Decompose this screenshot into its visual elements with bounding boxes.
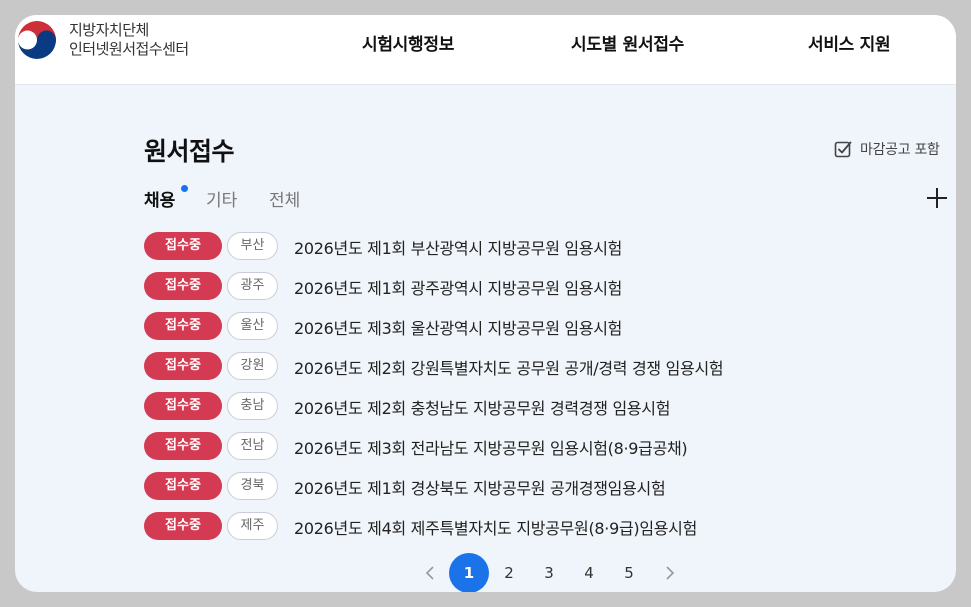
exam-title-link[interactable]: 2026년도 제3회 전라남도 지방공무원 임용시험(8·9급공채) [294,435,688,459]
logo-line-2: 인터넷원서접수센터 [69,40,189,58]
status-badge: 접수중 [144,312,222,340]
status-badge: 접수중 [144,472,222,500]
region-badge: 광주 [227,272,278,300]
region-badge: 강원 [227,352,278,380]
tab-recruitment[interactable]: 채용 [144,186,175,211]
exam-title-link[interactable]: 2026년도 제1회 경상북도 지방공무원 공개경쟁임용시험 [294,475,666,499]
list-item[interactable]: 접수중 충남 2026년도 제2회 충청남도 지방공무원 경력경쟁 임용시험 [144,392,944,420]
exam-title-link[interactable]: 2026년도 제1회 부산광역시 지방공무원 임용시험 [294,235,622,259]
status-badge: 접수중 [144,432,222,460]
app-window: 지방자치단체 인터넷원서접수센터 시험시행정보 시도별 원서접수 서비스 지원 … [15,15,956,592]
list-item[interactable]: 접수중 제주 2026년도 제4회 제주특별자치도 지방공무원(8·9급)임용시… [144,512,944,540]
status-badge: 접수중 [144,232,222,260]
status-badge: 접수중 [144,272,222,300]
exam-title-link[interactable]: 2026년도 제2회 충청남도 지방공무원 경력경쟁 임용시험 [294,395,670,419]
page-4-button[interactable]: 4 [569,553,609,592]
checkbox-checked-icon [834,141,852,158]
region-badge: 전남 [227,432,278,460]
tab-other[interactable]: 기타 [206,186,237,211]
site-header: 지방자치단체 인터넷원서접수센터 시험시행정보 시도별 원서접수 서비스 지원 [15,15,956,85]
list-item[interactable]: 접수중 광주 2026년도 제1회 광주광역시 지방공무원 임용시험 [144,272,944,300]
tab-all[interactable]: 전체 [269,186,300,211]
exam-title-link[interactable]: 2026년도 제3회 울산광역시 지방공무원 임용시험 [294,315,622,339]
list-item[interactable]: 접수중 경북 2026년도 제1회 경상북도 지방공무원 공개경쟁임용시험 [144,472,944,500]
region-badge: 제주 [227,512,278,540]
nav-service-support[interactable]: 서비스 지원 [808,30,891,55]
region-badge: 울산 [227,312,278,340]
status-badge: 접수중 [144,392,222,420]
page-5-button[interactable]: 5 [609,553,649,592]
region-badge: 충남 [227,392,278,420]
site-logo-text[interactable]: 지방자치단체 인터넷원서접수센터 [69,21,189,59]
chevron-left-icon[interactable] [420,563,440,583]
status-badge: 접수중 [144,512,222,540]
region-badge: 부산 [227,232,278,260]
logo-line-1: 지방자치단체 [69,21,149,39]
new-indicator-dot [181,185,188,192]
nav-exam-info[interactable]: 시험시행정보 [362,30,454,55]
exam-title-link[interactable]: 2026년도 제1회 광주광역시 지방공무원 임용시험 [294,275,622,299]
region-badge: 경북 [227,472,278,500]
exam-title-link[interactable]: 2026년도 제2회 강원특별자치도 공무원 공개/경력 경쟁 임용시험 [294,355,724,379]
exam-title-link[interactable]: 2026년도 제4회 제주특별자치도 지방공무원(8·9급)임용시험 [294,515,697,539]
include-closed-label: 마감공고 포함 [860,142,940,158]
page-title: 원서접수 [144,137,235,166]
page-2-button[interactable]: 2 [489,553,529,592]
chevron-right-icon[interactable] [660,563,680,583]
list-item[interactable]: 접수중 울산 2026년도 제3회 울산광역시 지방공무원 임용시험 [144,312,944,340]
pagination: 1 2 3 4 5 [415,553,695,592]
plus-icon[interactable] [926,187,948,209]
government-emblem-icon[interactable] [15,18,59,62]
list-item[interactable]: 접수중 부산 2026년도 제1회 부산광역시 지방공무원 임용시험 [144,232,944,260]
page-3-button[interactable]: 3 [529,553,569,592]
page-1-button[interactable]: 1 [449,553,489,592]
nav-regional-application[interactable]: 시도별 원서접수 [571,30,684,55]
list-item[interactable]: 접수중 강원 2026년도 제2회 강원특별자치도 공무원 공개/경력 경쟁 임… [144,352,944,380]
include-closed-checkbox[interactable]: 마감공고 포함 [834,139,940,159]
status-badge: 접수중 [144,352,222,380]
list-item[interactable]: 접수중 전남 2026년도 제3회 전라남도 지방공무원 임용시험(8·9급공채… [144,432,944,460]
